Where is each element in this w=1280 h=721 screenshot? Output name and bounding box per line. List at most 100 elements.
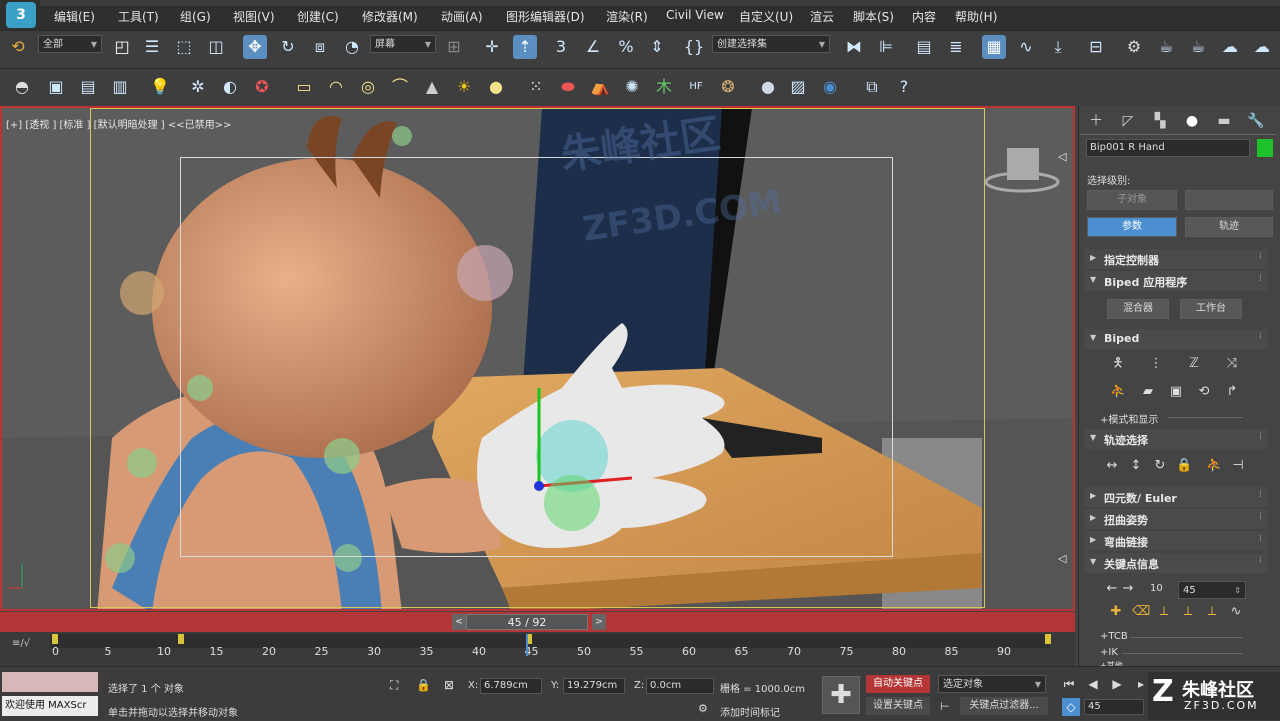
rollout-key-info[interactable]: ▼ 关键点信息 ⁞: [1084, 553, 1268, 573]
mixer-button[interactable]: 混合器: [1107, 299, 1169, 319]
menu-civil-view[interactable]: Civil View: [666, 8, 724, 22]
delete-key-icon[interactable]: ⌫: [1132, 604, 1150, 620]
ribbon-icon[interactable]: ▦: [982, 35, 1006, 59]
mixer-mode-icon[interactable]: ⤨: [1224, 356, 1240, 372]
spinner-snap-icon[interactable]: ⇕: [645, 35, 669, 59]
capsule-icon[interactable]: ⬬: [556, 75, 580, 99]
grass-icon[interactable]: ⽊: [652, 75, 676, 99]
maxscript-mini-listener[interactable]: 欢迎使用 MAXScr: [2, 696, 98, 716]
curve-editor-icon[interactable]: ∿: [1014, 35, 1038, 59]
viewport-collapse-icon-2[interactable]: ◁: [1058, 552, 1066, 565]
angle-snap-icon[interactable]: ∠: [581, 35, 605, 59]
align-icon[interactable]: ⊫: [874, 35, 898, 59]
biped-playback-icon[interactable]: ⛹: [1110, 384, 1126, 400]
tool-icon[interactable]: ✪: [250, 75, 274, 99]
render-icon[interactable]: ☁: [1218, 35, 1242, 59]
help-icon[interactable]: ?: [892, 75, 916, 99]
mode-display-label[interactable]: +模式和显示: [1100, 411, 1158, 426]
current-frame-field[interactable]: 45: [1084, 699, 1144, 715]
gear-icon[interactable]: ✺: [620, 75, 644, 99]
go-to-start-icon[interactable]: ⏮: [1060, 675, 1078, 693]
motion-tab-icon[interactable]: ●: [1180, 110, 1204, 132]
isolate-selection-icon[interactable]: ⛶: [390, 678, 398, 693]
scene-explorer-icon[interactable]: ▤: [912, 35, 936, 59]
key-filters-button[interactable]: 关键点过滤器...: [960, 697, 1048, 715]
menu-views[interactable]: 视图(V): [233, 8, 275, 25]
frame-icon[interactable]: ▨: [786, 75, 810, 99]
object-name-field[interactable]: Bip001 R Hand: [1086, 139, 1250, 157]
render-cloud-icon[interactable]: ☁: [1250, 35, 1274, 59]
teapot-icon[interactable]: ◓: [10, 75, 34, 99]
plane-icon[interactable]: ▭: [292, 75, 316, 99]
menu-create[interactable]: 创建(C): [297, 8, 339, 25]
motion-flow-icon[interactable]: ℤ: [1186, 356, 1202, 372]
move-all-icon[interactable]: ↱: [1224, 384, 1240, 400]
utilities-tab-icon[interactable]: 🔧: [1244, 110, 1268, 132]
vray-icon[interactable]: ⌒: [388, 75, 412, 99]
menu-render-cloud[interactable]: 渲云: [810, 8, 834, 25]
set-key-button[interactable]: 设置关键点: [866, 697, 930, 715]
view-cube-icon[interactable]: [1007, 148, 1039, 180]
particles-icon[interactable]: ⁙: [524, 75, 548, 99]
sub-object-button[interactable]: 子对象: [1087, 190, 1177, 210]
auto-key-button[interactable]: 自动关键点: [866, 675, 930, 693]
lock-cob-icon[interactable]: 🔒: [1176, 458, 1192, 474]
set-planted-key-icon[interactable]: ⟂: [1156, 604, 1172, 620]
selection-filter-dropdown[interactable]: 全部 ▼: [38, 35, 102, 53]
list2-icon[interactable]: ▥: [108, 75, 132, 99]
sphere-icon[interactable]: ◎: [356, 75, 380, 99]
maxscript-listener[interactable]: [2, 672, 98, 692]
next-key-icon[interactable]: →: [1120, 581, 1136, 597]
mirror-icon[interactable]: ⧓: [842, 35, 866, 59]
ref-coord-dropdown[interactable]: 屏幕 ▼: [370, 35, 436, 53]
cone-icon[interactable]: ▲: [420, 75, 444, 99]
rollout-quaternion-euler[interactable]: ▶ 四元数/ Euler ⁞: [1084, 487, 1268, 507]
chart-icon[interactable]: ◉: [818, 75, 842, 99]
z-coord-field[interactable]: 0.0cm: [646, 678, 714, 694]
sphere2-icon[interactable]: ●: [484, 75, 508, 99]
duplicate-icon[interactable]: ⧉: [860, 75, 884, 99]
rotate-icon[interactable]: ↻: [276, 35, 300, 59]
symmetrical-icon[interactable]: ⛹: [1206, 458, 1222, 474]
light-icon[interactable]: 💡: [148, 75, 172, 99]
key-filter-icon[interactable]: ⊢: [940, 700, 950, 713]
absolute-mode-icon[interactable]: ⊠: [444, 678, 454, 692]
viewport-collapse-icon[interactable]: ◁: [1058, 150, 1066, 163]
named-selection-dropdown[interactable]: 创建选择集 ▼: [712, 35, 830, 53]
convert-icon[interactable]: ⟲: [1196, 384, 1212, 400]
curve-editor-mini-button[interactable]: ≡/√: [12, 638, 30, 649]
play-icon[interactable]: ▶: [1108, 675, 1126, 693]
workbench-button[interactable]: 工作台: [1180, 299, 1242, 319]
x-coord-field[interactable]: 6.789cm: [480, 678, 542, 694]
key-marker[interactable]: [52, 634, 58, 644]
cloth-icon[interactable]: ⛺: [588, 75, 612, 99]
key-time-spinner[interactable]: 45 ⇕: [1178, 581, 1246, 599]
camera-icon[interactable]: ✲: [186, 75, 210, 99]
menu-tools[interactable]: 工具(T): [118, 8, 159, 25]
next-frame-icon[interactable]: >: [592, 614, 606, 630]
rollout-assign-controller[interactable]: ▶ 指定控制器 ⁞: [1084, 249, 1268, 269]
key-mode-dropdown[interactable]: 选定对象 ▼: [938, 675, 1046, 693]
set-sliding-key-icon[interactable]: ⟂: [1180, 604, 1196, 620]
percent-snap-icon[interactable]: %: [614, 35, 638, 59]
material-editor-icon[interactable]: ⚙: [1122, 35, 1146, 59]
sub-object-dropdown[interactable]: [1185, 190, 1273, 210]
menu-scripting[interactable]: 脚本(S): [853, 8, 894, 25]
render-setup-icon[interactable]: ☕: [1154, 35, 1178, 59]
menu-modifiers[interactable]: 修改器(M): [362, 8, 418, 25]
prev-key-icon[interactable]: ←: [1104, 581, 1120, 597]
menu-animation[interactable]: 动画(A): [441, 8, 483, 25]
ball-icon[interactable]: ●: [756, 75, 780, 99]
key-marker[interactable]: [1045, 634, 1051, 644]
body-rotation-icon[interactable]: ↻: [1152, 458, 1168, 474]
schematic-icon[interactable]: ⊟: [1084, 35, 1108, 59]
trajectories-button[interactable]: 轨迹: [1185, 217, 1273, 237]
scale-icon[interactable]: ⧈: [308, 35, 332, 59]
helper-icon[interactable]: ◐: [218, 75, 242, 99]
figure-mode-icon[interactable]: 🯅: [1110, 356, 1126, 372]
dope-sheet-icon[interactable]: ⤓: [1046, 35, 1070, 59]
menu-rendering[interactable]: 渲染(R): [606, 8, 648, 25]
menu-edit[interactable]: 编辑(E): [54, 8, 95, 25]
add-time-tag[interactable]: 添加时间标记: [720, 704, 780, 719]
rendered-frame-icon[interactable]: ▣: [44, 75, 68, 99]
